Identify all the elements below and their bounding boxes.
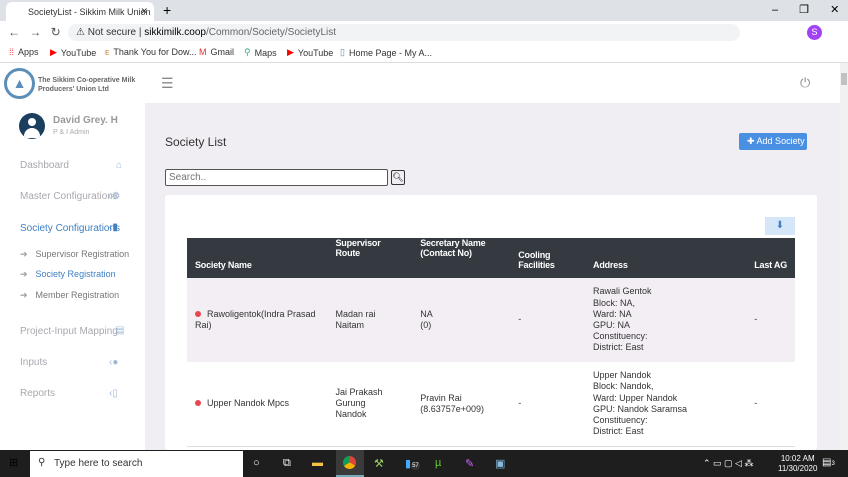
book-icon: ‹▮ bbox=[109, 222, 118, 233]
nav-society-registration[interactable]: ➔ Society Registration bbox=[20, 269, 116, 280]
cogs-icon: ‹⚙ bbox=[108, 191, 121, 202]
menu-toggle-icon[interactable]: ☰ bbox=[161, 75, 174, 92]
top-header: ☰ ⏻ bbox=[145, 63, 840, 103]
search-button[interactable]: 🔍︎ bbox=[391, 170, 405, 185]
last-agm: - bbox=[746, 278, 795, 362]
add-society-button[interactable]: ✚ Add Society bbox=[739, 133, 807, 150]
search-input[interactable] bbox=[165, 169, 388, 186]
address-bar[interactable]: ⚠ Not secure | sikkimilk.coop/Common/Soc… bbox=[68, 24, 740, 41]
nav-society-configurations[interactable]: Society Configurations bbox=[20, 223, 120, 234]
page-title: Society List bbox=[165, 135, 227, 149]
col-last-agm[interactable]: Last AG bbox=[746, 238, 795, 278]
archive-icon: ▤ bbox=[115, 325, 125, 336]
bookmark-youtube-2[interactable]: ▶ YouTube bbox=[287, 47, 333, 58]
cooling-facilities: - bbox=[510, 278, 586, 362]
address: Upper Nandok Block: Nandok, Ward: Upper Na… bbox=[593, 370, 688, 437]
user-role: P & I Admin bbox=[53, 129, 90, 136]
table-row[interactable]: Upper Nandok Mpcs Jai Prakash Gurung Nand… bbox=[187, 362, 795, 446]
cooling-facilities: - bbox=[518, 398, 522, 409]
nav-project-input-mapping[interactable]: Project-Input Mapping bbox=[20, 326, 118, 337]
brand-name: The Sikkim Co-operative Milk Producers' U… bbox=[38, 77, 136, 93]
arrow-right-icon: ➔ bbox=[20, 249, 28, 259]
supervisor-route: Madan rai Naitam bbox=[327, 278, 413, 362]
nav-inputs[interactable]: Inputs bbox=[20, 357, 47, 368]
network-app-icon[interactable]: ▣ bbox=[495, 457, 505, 470]
table-header: Society Name Supervisor Route Secretary N… bbox=[187, 238, 795, 278]
bookmark-gmail[interactable]: M Gmail bbox=[199, 47, 234, 57]
status-dot bbox=[195, 400, 201, 407]
nav-reports[interactable]: Reports bbox=[20, 388, 55, 399]
society-name: Upper Nandok Mpcs bbox=[187, 362, 327, 446]
bookmark-maps[interactable]: ⚲ Maps bbox=[244, 47, 277, 58]
bookmark-apps[interactable]: ⁞⁞ Apps bbox=[9, 47, 39, 57]
col-cooling-facilities[interactable]: Cooling Facilities bbox=[510, 238, 586, 278]
secretary: NA (0) bbox=[412, 278, 511, 362]
nav-dashboard[interactable]: Dashboard bbox=[20, 160, 69, 171]
user-avatar bbox=[19, 113, 45, 139]
inputs-icon: ‹● bbox=[109, 357, 119, 368]
browser-tab[interactable]: SocietyList - Sikkim Milk Union ✕ bbox=[6, 2, 154, 21]
bookmarks-bar: ⁞⁞ Apps ▶ YouTube ᴇ Thank You for Dow... MG… bbox=[0, 43, 848, 63]
app-icon[interactable]: ▮57 bbox=[405, 457, 420, 470]
windows-start-icon[interactable]: ⊞ bbox=[9, 456, 18, 469]
logo[interactable]: ▲ bbox=[4, 68, 35, 99]
last-agm: - bbox=[754, 398, 758, 409]
system-tray-icons[interactable]: ⌃ ▭ ▢ ◁ ⁂ bbox=[703, 458, 753, 469]
file-icon: ‹▯ bbox=[109, 388, 118, 399]
taskbar-search[interactable]: ⚲ Type here to search bbox=[30, 451, 243, 477]
col-society-name[interactable]: Society Name bbox=[187, 238, 328, 278]
home-icon: ⌂ bbox=[116, 160, 123, 171]
bookmark-youtube[interactable]: ▶ YouTube bbox=[50, 47, 96, 58]
power-icon[interactable]: ⏻ bbox=[800, 75, 810, 91]
nav-member-registration[interactable]: ➔ Member Registration bbox=[20, 290, 119, 301]
notifications-icon[interactable]: ▤3 bbox=[822, 457, 835, 468]
supervisor-route: Jai Prakash Gurung Nandok bbox=[335, 386, 383, 420]
bookmark-home-page[interactable]: ▯ Home Page - My A... bbox=[340, 47, 432, 58]
col-supervisor-route[interactable]: Supervisor Route bbox=[327, 238, 413, 278]
new-tab-icon[interactable]: + bbox=[163, 2, 171, 18]
secretary: Pravin Rai (8.63757e+009) bbox=[420, 392, 485, 414]
utorrent-icon[interactable]: µ bbox=[435, 457, 441, 469]
society-name: Rawoligentok(Indra Prasad Rai) bbox=[187, 278, 328, 362]
arrow-right-icon: ➔ bbox=[20, 269, 28, 279]
bookmark-thank-you[interactable]: ᴇ Thank You for Dow... bbox=[105, 47, 196, 57]
paint-icon[interactable]: ✎ bbox=[465, 457, 474, 470]
cortana-icon[interactable]: ○ bbox=[253, 457, 260, 469]
table-row[interactable]: Rawoligentok(Indra Prasad Rai) Madan rai… bbox=[187, 278, 795, 362]
file-explorer-icon[interactable]: ▬ bbox=[312, 457, 323, 469]
user-name: David Grey. H bbox=[53, 115, 118, 126]
clock[interactable]: 10:02 AM 11/30/2020 bbox=[778, 454, 817, 474]
scrollbar[interactable] bbox=[840, 63, 848, 450]
nav-supervisor-registration[interactable]: ➔ Supervisor Registration bbox=[20, 249, 129, 260]
address: Rawali Gentok Block: NA, Ward: NA GPU: NA Co… bbox=[585, 278, 747, 362]
arrow-right-icon: ➔ bbox=[20, 290, 28, 300]
download-button[interactable]: ⬇ bbox=[765, 217, 795, 235]
nav-buttons[interactable]: ← → ↻ bbox=[8, 25, 61, 39]
chrome-icon[interactable] bbox=[336, 450, 364, 477]
profile-avatar[interactable]: S bbox=[807, 25, 822, 40]
status-dot bbox=[195, 310, 201, 317]
col-address[interactable]: Address bbox=[585, 238, 747, 278]
society-table: Society Name Supervisor Route Secretary N… bbox=[187, 238, 795, 447]
tools-icon[interactable]: ⚒ bbox=[374, 457, 384, 470]
task-view-icon[interactable]: ⧉ bbox=[283, 457, 291, 470]
nav-master-configurations[interactable]: Master Configurations bbox=[20, 191, 118, 202]
search-icon: ⚲ bbox=[38, 457, 46, 468]
window-controls[interactable]: – ❐ ✕ bbox=[772, 3, 839, 16]
col-secretary[interactable]: Secretary Name (Contact No) bbox=[412, 238, 511, 278]
close-tab-icon[interactable]: ✕ bbox=[140, 6, 148, 17]
sidebar: ▲ The Sikkim Co-operative Milk Producers'… bbox=[0, 63, 145, 450]
